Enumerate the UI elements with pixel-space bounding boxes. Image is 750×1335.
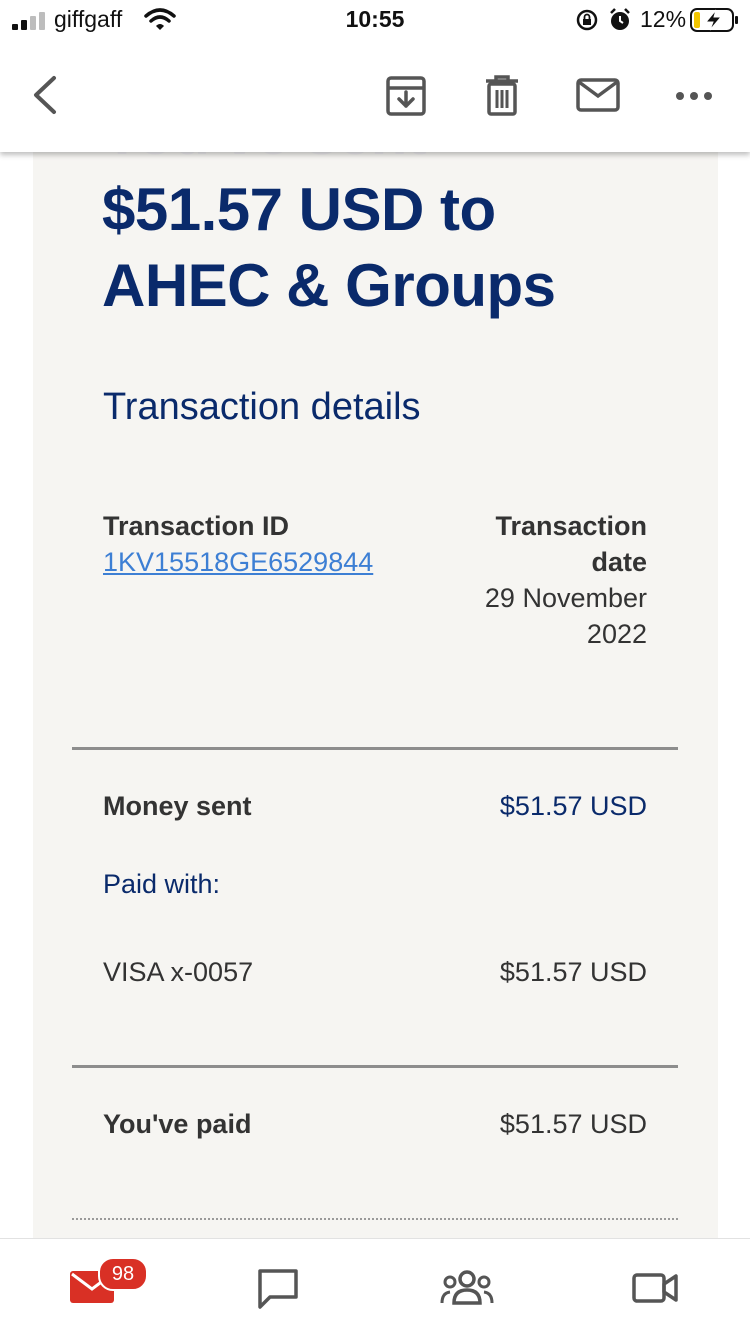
people-icon[interactable] <box>440 1269 494 1305</box>
chat-icon[interactable] <box>256 1267 300 1309</box>
battery-charging-icon <box>690 8 738 32</box>
you-paid-label: You've paid <box>103 1109 252 1139</box>
status-bar: giffgaff 10:55 12% <box>0 0 750 42</box>
divider <box>72 747 678 750</box>
transaction-id-link[interactable]: 1KV15518GE6529844 <box>103 544 373 580</box>
money-sent-label: Money sent <box>103 791 252 821</box>
clock-time: 10:55 <box>345 6 405 32</box>
email-toolbar <box>0 42 750 152</box>
money-sent-value: $51.57 USD <box>499 791 647 821</box>
back-icon[interactable] <box>28 74 60 116</box>
rotation-lock-icon <box>576 9 598 31</box>
transaction-details-title: Transaction details <box>103 386 421 428</box>
headline-amount-recipient: $51.57 USD to AHEC & Groups <box>102 176 556 319</box>
transaction-id-label: Transaction ID <box>103 511 290 541</box>
paid-with-label: Paid with: <box>103 869 221 899</box>
divider <box>72 1218 678 1220</box>
battery-percent: 12% <box>640 6 687 32</box>
card-amount: $51.57 USD <box>499 957 647 987</box>
trash-icon[interactable] <box>484 74 520 116</box>
mail-icon[interactable] <box>576 78 620 112</box>
more-icon[interactable] <box>674 86 714 106</box>
archive-icon[interactable] <box>386 76 426 116</box>
transaction-date-value-line1: 29 November <box>484 583 647 613</box>
transaction-date-label-line1: Transaction <box>495 511 647 541</box>
unread-count-badge: 98 <box>98 1257 148 1291</box>
bottom-navigation: 98 <box>0 1238 750 1335</box>
transaction-date-label-line2: date <box>591 547 647 577</box>
video-icon[interactable] <box>632 1271 678 1305</box>
transaction-date-value-line2: 2022 <box>586 619 647 649</box>
you-paid-value: $51.57 USD <box>499 1109 647 1139</box>
card-label: VISA x-0057 <box>103 957 254 987</box>
divider <box>72 1065 678 1068</box>
alarm-icon <box>610 8 630 30</box>
